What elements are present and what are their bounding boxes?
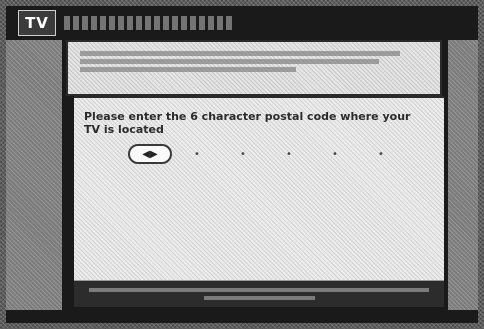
postal-code-slot-5[interactable]: • (312, 144, 358, 164)
postal-code-panel: Please enter the 6 character postal code… (74, 96, 444, 282)
info-text-line (80, 67, 296, 72)
header-bar: TV (18, 8, 468, 38)
postal-code-slot-2[interactable]: • (174, 144, 220, 164)
info-panel (66, 40, 442, 96)
postal-code-slot-6[interactable]: • (358, 144, 404, 164)
info-text-line (80, 59, 380, 64)
footer-text-line (88, 288, 430, 292)
footer-instruction-bar (74, 280, 444, 307)
background-texture-left (6, 40, 62, 310)
postal-code-slot-3[interactable]: • (220, 144, 266, 164)
header-title (64, 16, 234, 30)
info-text-line (80, 51, 401, 56)
postal-code-slot-1[interactable]: ◀▶ (128, 144, 172, 164)
tv-logo-badge: TV (18, 10, 56, 36)
postal-code-prompt: Please enter the 6 character postal code… (84, 110, 411, 136)
postal-code-slot-4[interactable]: • (266, 144, 312, 164)
postal-code-input-row: ◀▶ • • • • • (128, 144, 428, 164)
footer-text-line (203, 296, 315, 300)
background-texture-right (448, 40, 478, 310)
